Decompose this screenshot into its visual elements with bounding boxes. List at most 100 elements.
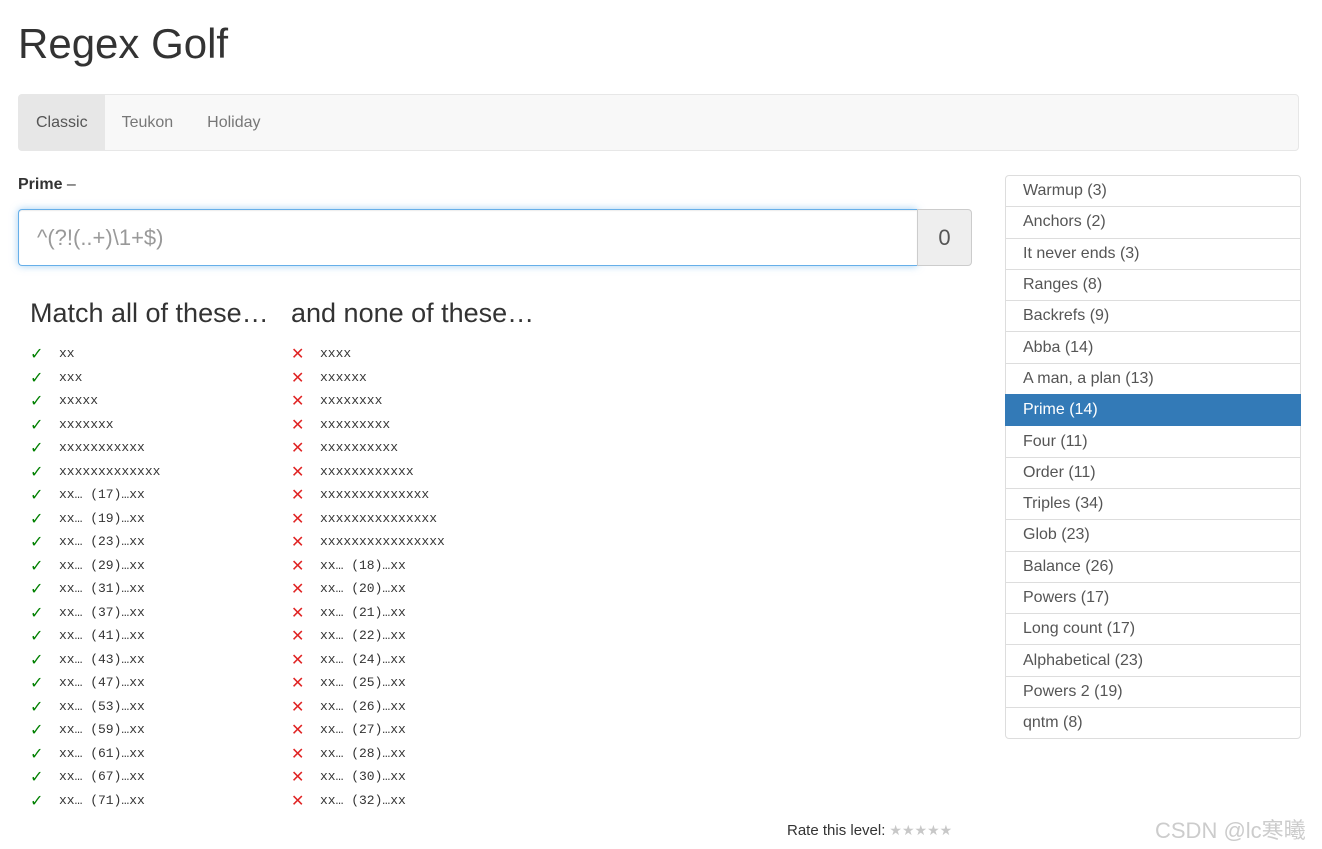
word-text: xx… (25)…xx: [320, 675, 406, 691]
word-row: ✓ xx… (61)…xx: [30, 742, 269, 766]
word-text: xx… (67)…xx: [59, 769, 145, 785]
level-item-four[interactable]: Four (11): [1005, 425, 1301, 458]
nomatch-column: and none of these… ✕ xxxx ✕ xxxxxx ✕ xxxxxxxx…: [291, 296, 534, 812]
cross-icon: ✕: [291, 673, 305, 693]
level-label: Prime –: [18, 176, 76, 194]
tab-teukon[interactable]: Teukon: [105, 95, 191, 150]
level-item-powers[interactable]: Powers (17): [1005, 581, 1301, 615]
cross-icon: ✕: [291, 602, 305, 622]
word-text: xxxxxxxxx: [320, 416, 391, 432]
word-text: xx… (23)…xx: [59, 534, 145, 550]
word-text: xx… (53)…xx: [59, 698, 145, 714]
word-text: xx… (18)…xx: [320, 557, 406, 573]
word-text: xx… (43)…xx: [59, 651, 145, 667]
cross-icon: ✕: [291, 579, 305, 599]
cross-icon: ✕: [291, 790, 305, 810]
word-text: xx… (22)…xx: [320, 628, 406, 644]
word-row: ✓ xx… (53)…xx: [30, 695, 269, 719]
cross-icon: ✕: [291, 743, 305, 763]
level-item-glob[interactable]: Glob (23): [1005, 519, 1301, 552]
word-row: ✕ xxxxxxxxxxxxxxxx: [291, 530, 534, 554]
check-icon: ✓: [30, 696, 44, 716]
word-text: xxxxxxxxxx: [320, 440, 399, 456]
word-text: xx… (61)…xx: [59, 745, 145, 761]
level-item-anchors[interactable]: Anchors (2): [1005, 206, 1301, 239]
word-row: ✕ xxxxxxxxxxxxxx: [291, 483, 534, 507]
word-text: xxxxx: [59, 393, 99, 409]
word-text: xxxxxxxx: [320, 393, 383, 409]
word-text: xx… (28)…xx: [320, 745, 406, 761]
star-icon[interactable]: ★: [902, 823, 915, 839]
check-icon: ✓: [30, 344, 44, 364]
word-text: xx… (59)…xx: [59, 722, 145, 738]
regex-input[interactable]: [18, 209, 917, 266]
star-icon[interactable]: ★: [889, 823, 902, 839]
level-dash: –: [66, 176, 76, 193]
regex-input-group: 0: [18, 209, 972, 266]
level-item-powers-2[interactable]: Powers 2 (19): [1005, 675, 1301, 709]
check-icon: ✓: [30, 579, 44, 599]
score-counter: 0: [917, 209, 972, 266]
level-item-backrefs[interactable]: Backrefs (9): [1005, 300, 1301, 333]
cross-icon: ✕: [291, 485, 305, 505]
word-text: xx… (30)…xx: [320, 769, 406, 785]
word-row: ✓ xx… (37)…xx: [30, 601, 269, 625]
word-row: ✓ xx… (41)…xx: [30, 624, 269, 648]
level-item-triples[interactable]: Triples (34): [1005, 487, 1301, 521]
word-text: xx… (21)…xx: [320, 604, 406, 620]
star-icon[interactable]: ★: [927, 823, 940, 839]
word-row: ✕ xx… (32)…xx: [291, 789, 534, 813]
cross-icon: ✕: [291, 626, 305, 646]
level-list: Warmup (3) Anchors (2) It never ends (3) Ra…: [1005, 175, 1301, 740]
tab-classic[interactable]: Classic: [19, 95, 105, 150]
word-row: ✕ xxxxxx: [291, 366, 534, 390]
nav-bar: Classic Teukon Holiday: [18, 94, 1299, 151]
word-row: ✓ xx… (71)…xx: [30, 789, 269, 813]
word-row: ✓ xx… (59)…xx: [30, 718, 269, 742]
word-row: ✓ xx… (19)…xx: [30, 507, 269, 531]
level-item-ranges[interactable]: Ranges (8): [1005, 268, 1301, 302]
cross-icon: ✕: [291, 696, 305, 716]
level-item-a-man-a-plan[interactable]: A man, a plan (13): [1005, 362, 1301, 396]
star-icon[interactable]: ★: [940, 823, 953, 839]
rating: Rate this level: ★ ★ ★ ★ ★: [787, 822, 952, 839]
word-row: ✕ xxxxxxxxxxxx: [291, 460, 534, 484]
level-item-long-count[interactable]: Long count (17): [1005, 613, 1301, 646]
level-item-qntm[interactable]: qntm (8): [1005, 707, 1301, 740]
level-item-it-never-ends[interactable]: It never ends (3): [1005, 237, 1301, 270]
check-icon: ✓: [30, 532, 44, 552]
word-row: ✓ xx… (29)…xx: [30, 554, 269, 578]
word-row: ✕ xx… (26)…xx: [291, 695, 534, 719]
check-icon: ✓: [30, 626, 44, 646]
word-text: xx… (29)…xx: [59, 557, 145, 573]
cross-icon: ✕: [291, 344, 305, 364]
level-item-alphabetical[interactable]: Alphabetical (23): [1005, 644, 1301, 677]
word-row: ✕ xxxxxxxxx: [291, 413, 534, 437]
cross-icon: ✕: [291, 461, 305, 481]
word-row: ✕ xx… (25)…xx: [291, 671, 534, 695]
word-text: xx… (26)…xx: [320, 698, 406, 714]
word-row: ✕ xx… (20)…xx: [291, 577, 534, 601]
check-icon: ✓: [30, 438, 44, 458]
word-row: ✕ xx… (30)…xx: [291, 765, 534, 789]
check-icon: ✓: [30, 720, 44, 740]
level-item-order[interactable]: Order (11): [1005, 456, 1301, 489]
check-icon: ✓: [30, 391, 44, 411]
level-item-balance[interactable]: Balance (26): [1005, 550, 1301, 583]
word-text: xx… (19)…xx: [59, 510, 145, 526]
word-row: ✓ xx… (17)…xx: [30, 483, 269, 507]
rating-stars: ★ ★ ★ ★ ★: [889, 823, 952, 839]
word-row: ✓ xxxxx: [30, 389, 269, 413]
word-text: xx… (47)…xx: [59, 675, 145, 691]
level-item-warmup[interactable]: Warmup (3): [1005, 175, 1301, 208]
level-item-abba[interactable]: Abba (14): [1005, 331, 1301, 364]
level-item-prime[interactable]: Prime (14): [1005, 394, 1301, 427]
word-row: ✓ xxxxxxxxxxxxx: [30, 460, 269, 484]
tab-holiday[interactable]: Holiday: [190, 95, 277, 150]
word-row: ✓ xx… (31)…xx: [30, 577, 269, 601]
word-text: xxxxxxxxxxxx: [320, 463, 414, 479]
word-row: ✕ xxxxxxxxxx: [291, 436, 534, 460]
word-row: ✕ xx… (21)…xx: [291, 601, 534, 625]
cross-icon: ✕: [291, 414, 305, 434]
star-icon[interactable]: ★: [915, 823, 928, 839]
